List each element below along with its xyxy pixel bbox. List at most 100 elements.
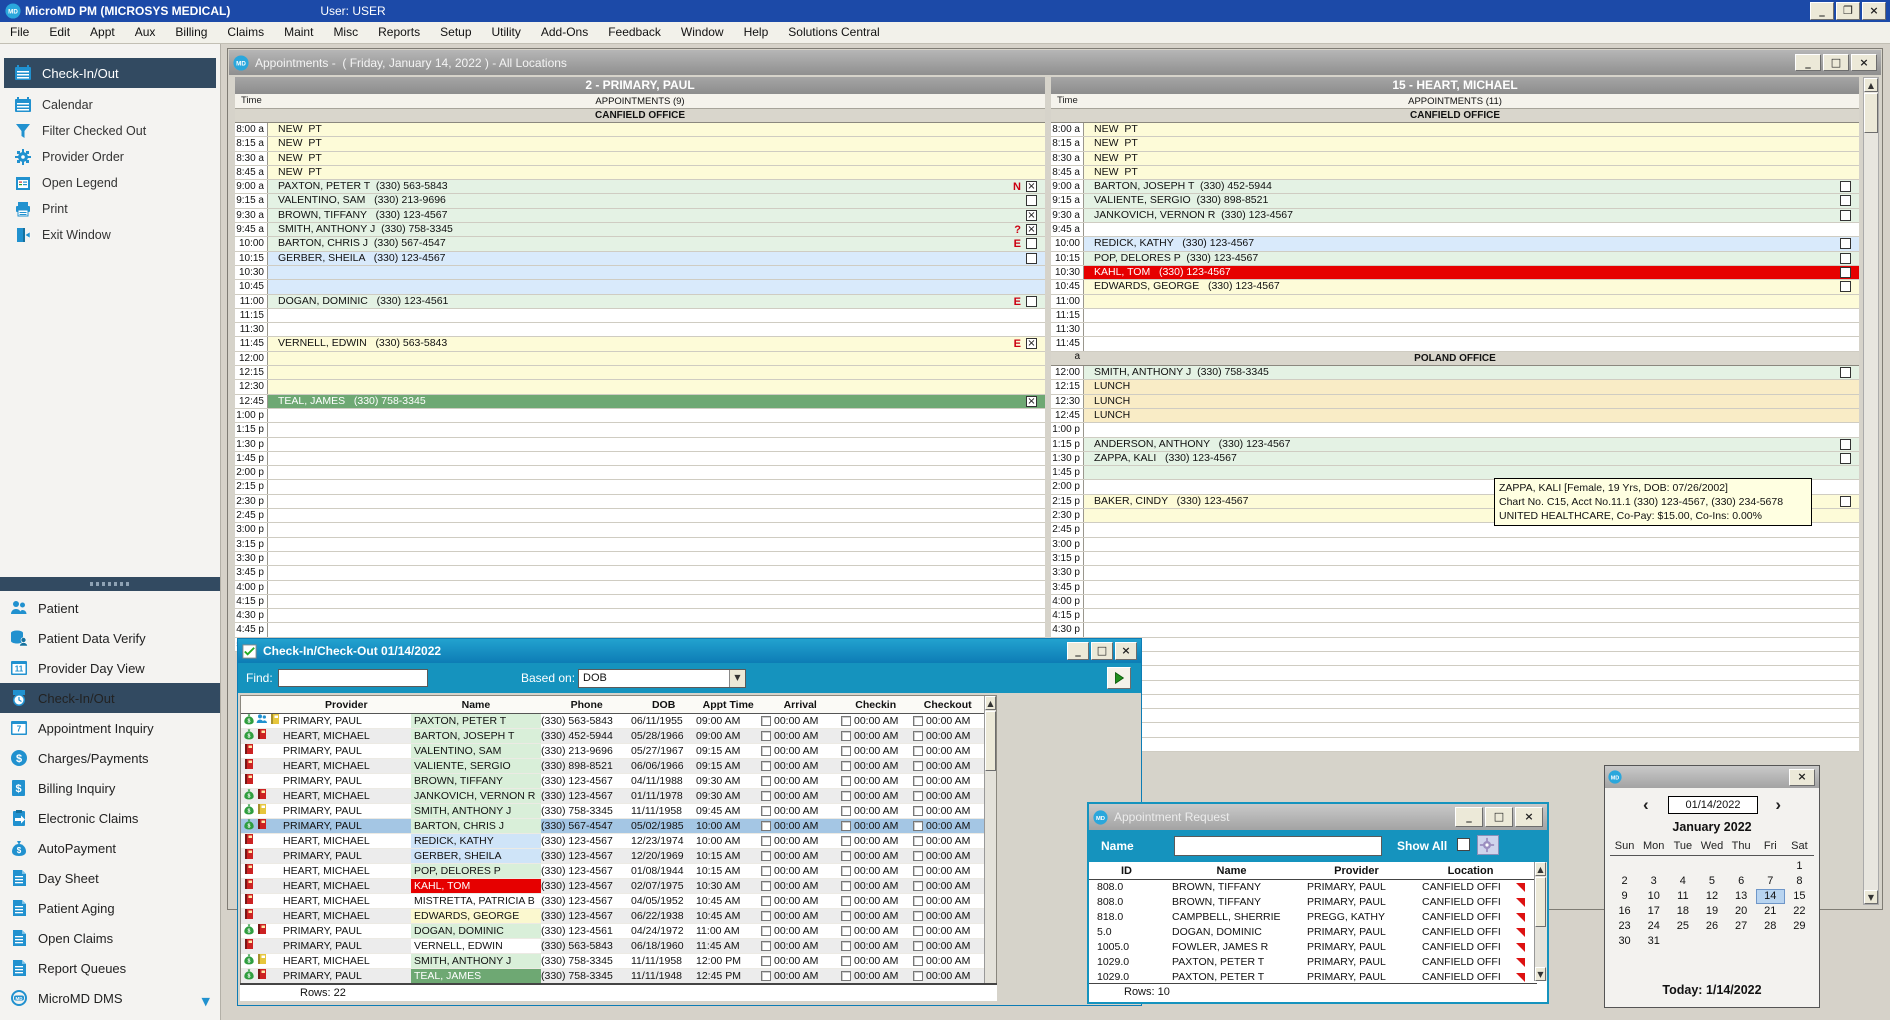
schedule-row[interactable]: 1:45 p <box>235 452 1045 466</box>
based-on-dropdown[interactable]: DOB ▼ <box>578 669 746 688</box>
schedule-row[interactable]: 10:45 aEDWARDS, GEORGE (330) 123-4567 <box>1051 280 1859 294</box>
calendar-day-14[interactable]: 14 <box>1756 889 1785 904</box>
time-checkbox[interactable] <box>913 716 923 726</box>
time-checkbox[interactable] <box>761 956 771 966</box>
calendar-day-17[interactable]: 17 <box>1639 904 1668 919</box>
table-row[interactable]: $HEART, MICHAELSMITH, ANTHONY J(330) 758… <box>241 954 984 969</box>
appointment-cell[interactable] <box>1084 666 1859 679</box>
time-checkbox[interactable] <box>913 941 923 951</box>
schedule-row[interactable]: 9:15 aVALIENTE, SERGIO (330) 898-8521 <box>1051 194 1859 208</box>
appointment-cell[interactable] <box>268 352 1045 365</box>
time-checkbox[interactable] <box>913 956 923 966</box>
appointment-cell[interactable]: TEAL, JAMES (330) 758-3345 <box>268 395 1045 408</box>
appointment-cell[interactable]: SMITH, ANTHONY J (330) 758-3345 <box>268 223 1045 236</box>
table-row[interactable]: $PRIMARY, PAULSMITH, ANTHONY J(330) 758-… <box>241 804 984 819</box>
appointment-cell[interactable]: NEW PT <box>1084 123 1859 136</box>
column-header-provider[interactable]: Provider <box>283 696 410 713</box>
sidebar-item-billing-inquiry[interactable]: $Billing Inquiry <box>0 773 220 803</box>
close-button[interactable]: × <box>1789 769 1815 786</box>
time-checkbox[interactable] <box>761 761 771 771</box>
sidebar-item-micromd-dms[interactable]: MDMicroMD DMS <box>0 983 220 1013</box>
calendar-day-23[interactable]: 23 <box>1610 919 1639 934</box>
scroll-down-icon[interactable]: ▼ <box>1535 967 1546 981</box>
column-header-location[interactable]: Location <box>1414 862 1527 879</box>
time-checkbox[interactable] <box>841 806 851 816</box>
calendar-day-8[interactable]: 8 <box>1785 874 1814 889</box>
confirm-checkbox[interactable] <box>1026 238 1037 249</box>
time-checkbox[interactable] <box>761 926 771 936</box>
menu-window[interactable]: Window <box>671 22 734 43</box>
time-checkbox[interactable] <box>913 926 923 936</box>
appointment-cell[interactable] <box>1084 566 1859 579</box>
schedule-row[interactable]: 11:00 a <box>1051 295 1859 309</box>
close-button[interactable]: × <box>1515 807 1543 827</box>
calendar-day-2[interactable]: 2 <box>1610 874 1639 889</box>
schedule-row[interactable]: 10:00 aBARTON, CHRIS J (330) 567-4547E <box>235 237 1045 251</box>
sidebar-item-charges-payments[interactable]: $Charges/Payments <box>0 743 220 773</box>
appointment-cell[interactable] <box>1084 695 1859 708</box>
name-input[interactable] <box>1174 836 1382 856</box>
menu-solutions-central[interactable]: Solutions Central <box>778 22 889 43</box>
schedule-row[interactable]: 4:45 p <box>1051 638 1859 652</box>
table-row[interactable]: 1005.0FOWLER, JAMES RPRIMARY, PAULCANFIE… <box>1089 940 1537 955</box>
appointment-cell[interactable]: NEW PT <box>1084 166 1859 179</box>
time-checkbox[interactable] <box>841 911 851 921</box>
find-input[interactable] <box>278 669 428 687</box>
menu-misc[interactable]: Misc <box>323 22 368 43</box>
appointment-cell[interactable] <box>268 438 1045 451</box>
calendar-day-30[interactable]: 30 <box>1610 934 1639 949</box>
confirm-checkbox[interactable] <box>1840 210 1851 221</box>
time-checkbox[interactable] <box>761 806 771 816</box>
confirm-checkbox[interactable]: × <box>1026 181 1037 192</box>
time-checkbox[interactable] <box>761 821 771 831</box>
confirm-checkbox[interactable] <box>1840 195 1851 206</box>
sidebar-item-electronic-claims[interactable]: Electronic Claims <box>0 803 220 833</box>
menu-file[interactable]: File <box>0 22 39 43</box>
schedule-row[interactable]: 3:30 p <box>1051 566 1859 580</box>
schedule-row[interactable]: 1:00 p <box>1051 423 1859 437</box>
appointment-cell[interactable] <box>268 366 1045 379</box>
scroll-up-icon[interactable]: ▲ <box>985 696 996 710</box>
schedule-row[interactable]: 10:00 aREDICK, KATHY (330) 123-4567 <box>1051 237 1859 251</box>
time-checkbox[interactable] <box>761 731 771 741</box>
schedule-row[interactable]: 4:15 p <box>1051 609 1859 623</box>
calendar-day-22[interactable]: 22 <box>1785 904 1814 919</box>
schedule-row[interactable]: 10:30 a <box>235 266 1045 280</box>
time-checkbox[interactable] <box>841 746 851 756</box>
appointments-vertical-scrollbar[interactable]: ▲ ▼ <box>1863 77 1879 905</box>
schedule-row[interactable]: 11:30 a <box>1051 323 1859 337</box>
time-checkbox[interactable] <box>913 851 923 861</box>
time-checkbox[interactable] <box>913 731 923 741</box>
table-row[interactable]: 1029.0PAXTON, PETER TPRIMARY, PAULCANFIE… <box>1089 955 1537 970</box>
sidebar-item-patient-data-verify[interactable]: Patient Data Verify <box>0 623 220 653</box>
sidebar-item-print[interactable]: Print <box>4 196 216 222</box>
time-checkbox[interactable] <box>761 881 771 891</box>
schedule-row[interactable]: 3:45 p <box>235 566 1045 580</box>
scroll-up-icon[interactable]: ▲ <box>1864 78 1878 92</box>
schedule-row[interactable]: 10:30 aKAHL, TOM (330) 123-4567 <box>1051 266 1859 280</box>
schedule-row[interactable]: 8:30 aNEW PT <box>1051 152 1859 166</box>
confirm-checkbox[interactable] <box>1840 181 1851 192</box>
schedule-row[interactable]: 8:00 aNEW PT <box>1051 123 1859 137</box>
appointment-cell[interactable] <box>268 323 1045 336</box>
schedule-row[interactable]: 1:00 p <box>235 409 1045 423</box>
appointment-cell[interactable]: NEW PT <box>268 152 1045 165</box>
appointment-cell[interactable] <box>268 480 1045 493</box>
appointment-cell[interactable] <box>1084 623 1859 636</box>
appointment-cell[interactable]: NEW PT <box>268 123 1045 136</box>
time-checkbox[interactable] <box>841 761 851 771</box>
calendar-day-11[interactable]: 11 <box>1668 889 1697 904</box>
sidebar-item-appointment-inquiry[interactable]: 7Appointment Inquiry <box>0 713 220 743</box>
scrollbar-thumb[interactable] <box>985 711 996 771</box>
time-checkbox[interactable] <box>913 821 923 831</box>
appointment-cell[interactable] <box>1084 323 1859 336</box>
menu-billing[interactable]: Billing <box>165 22 217 43</box>
minimize-button[interactable]: _ <box>1067 642 1089 660</box>
time-checkbox[interactable] <box>913 836 923 846</box>
appointment-cell[interactable]: NEW PT <box>1084 152 1859 165</box>
time-checkbox[interactable] <box>761 776 771 786</box>
table-row[interactable]: HEART, MICHAELREDICK, KATHY(330) 123-456… <box>241 834 984 849</box>
settings-button[interactable] <box>1477 835 1499 855</box>
appointment-cell[interactable]: VALENTINO, SAM (330) 213-9696 <box>268 194 1045 207</box>
schedule-row[interactable]: 9:30 aBROWN, TIFFANY (330) 123-4567× <box>235 209 1045 223</box>
